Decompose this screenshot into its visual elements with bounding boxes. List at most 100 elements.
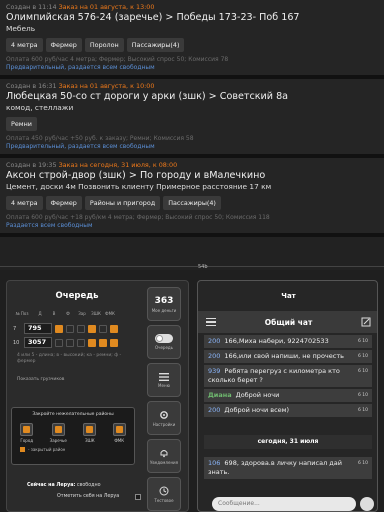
order-cargo: комод, стеллажи bbox=[6, 103, 74, 112]
order-route: Олимпийская 576-24 (заречье) > Победы 17… bbox=[6, 12, 300, 23]
balance-button[interactable]: 363 Мое деньги bbox=[147, 287, 181, 321]
chat-title: Чат bbox=[281, 292, 296, 300]
queue-flag-empty bbox=[77, 338, 85, 347]
order-tag: Фермер bbox=[45, 38, 82, 52]
edit-icon[interactable] bbox=[361, 317, 371, 327]
area-label: Город bbox=[20, 438, 34, 443]
leroy-mark-checkbox[interactable] bbox=[135, 494, 141, 500]
queue-col: Зар bbox=[78, 311, 86, 316]
queue-row[interactable]: 10 3057 bbox=[13, 337, 118, 348]
order-card[interactable]: Создан в 11:14 Заказ на 01 августа, к 13… bbox=[0, 0, 384, 79]
side-buttons: 363 Мое деньги Очередь Меню Настройки Уве… bbox=[147, 287, 181, 512]
queue-toggle-button[interactable]: Очередь bbox=[147, 325, 181, 359]
area-label: ЗШК bbox=[84, 438, 95, 443]
order-card[interactable]: Создан в 19:35 Заказ на сегодня, 31 июля… bbox=[0, 158, 384, 237]
menu-button[interactable]: Меню bbox=[147, 363, 181, 397]
order-tag: Пассажиры(4) bbox=[126, 38, 185, 52]
queue-flag-empty bbox=[77, 324, 85, 333]
order-note: Предварительный, раздается всем свободны… bbox=[6, 143, 155, 150]
message-text: 166,или свой напиши, не прочесть bbox=[224, 352, 344, 360]
message-text: 166,Миха набери, 9224702533 bbox=[224, 337, 329, 345]
areas-title: Закройте нежелательные районы bbox=[32, 412, 114, 417]
queue-flag bbox=[110, 338, 118, 347]
chat-message[interactable]: 200 166,или свой напиши, не прочесть 6 10 bbox=[204, 350, 372, 363]
queue-flag bbox=[88, 324, 96, 333]
order-deadline: Заказ на 01 августа, к 10:00 bbox=[58, 82, 155, 90]
order-cargo: Мебель bbox=[6, 24, 36, 33]
order-card[interactable]: Создан в 16:31 Заказ на 01 августа, к 10… bbox=[0, 79, 384, 158]
message-rating: 6 10 bbox=[357, 339, 368, 344]
orders-list: Создан в 11:14 Заказ на 01 августа, к 13… bbox=[0, 0, 384, 270]
order-tag: Пассажиры(4) bbox=[163, 196, 221, 210]
order-tag: Поролон bbox=[84, 38, 124, 52]
send-button[interactable] bbox=[360, 497, 374, 511]
chat-toolbar: Общий чат bbox=[198, 311, 377, 333]
show-trucks-link[interactable]: Показать грузчиков bbox=[17, 377, 137, 383]
message-rating: 6 10 bbox=[357, 461, 368, 466]
message-author: 200 bbox=[208, 406, 221, 414]
settings-button[interactable]: Настройки bbox=[147, 401, 181, 435]
order-tags: 4 метра Фермер Поролон Пассажиры(4) bbox=[6, 38, 378, 52]
area-toggle[interactable]: Заречье bbox=[50, 423, 67, 443]
bell-icon bbox=[160, 449, 168, 457]
message-rating: 6 10 bbox=[357, 354, 368, 359]
queue-col: В bbox=[52, 311, 56, 316]
chat-message[interactable]: 200 166,Миха набери, 9224702533 6 10 bbox=[204, 335, 372, 348]
queue-flag-empty bbox=[66, 338, 74, 347]
chat-message[interactable]: 939 Ребята перегруз с километра кто сколь… bbox=[204, 365, 372, 387]
app-root: Создан в 11:14 Заказ на 01 августа, к 13… bbox=[0, 0, 384, 512]
leroy-status: Сейчас на Леруа: свободно bbox=[27, 483, 101, 488]
chat-message[interactable]: 106 698, здорова.в личку написал дай знат… bbox=[204, 457, 372, 479]
area-toggle[interactable]: Город bbox=[20, 423, 34, 443]
chat-messages-today: 106 698, здорова.в личку написал дай знат… bbox=[204, 457, 372, 481]
queue-col: ФМК bbox=[105, 311, 115, 316]
queue-title: Очередь bbox=[55, 291, 99, 301]
order-route: Аксон строй-двор (зшк) > По городу и вМа… bbox=[6, 170, 266, 181]
order-tag: 4 метра bbox=[6, 196, 43, 210]
area-label: Заречье bbox=[49, 438, 67, 443]
queue-legend: 4 или 5 - длина; в - высокий; ка - ремни… bbox=[17, 353, 122, 364]
gear-icon bbox=[160, 410, 168, 419]
order-created: Создан в 16:31 bbox=[6, 82, 57, 90]
date-separator: сегодня, 31 июля bbox=[204, 435, 372, 449]
area-label: ФМК bbox=[114, 438, 125, 443]
queue-number: 795 bbox=[24, 323, 52, 334]
order-price: Оплата 450 руб/час +50 руб. к заказу; Ре… bbox=[6, 135, 194, 142]
chat-messages: 200 166,Миха набери, 9224702533 6 10 200 16… bbox=[204, 335, 372, 419]
order-deadline: Заказ на сегодня, 31 июля, к 08:00 bbox=[58, 161, 178, 169]
message-rating: 6 10 bbox=[357, 369, 368, 374]
chat-panel: Чат Общий чат 200 166,Миха набери, 922470… bbox=[197, 280, 378, 512]
queue-panel: Очередь № Поз Д В Ф Зар ЗШК ФМК 7 795 10… bbox=[6, 280, 189, 512]
chat-message[interactable]: Диана Доброй ночи 6 10 bbox=[204, 389, 372, 402]
queue-flag bbox=[88, 338, 96, 347]
order-price: Оплата 600 руб/час 4 метра; Фермер; Высо… bbox=[6, 56, 229, 63]
message-author: 200 bbox=[208, 352, 221, 360]
menu-icon bbox=[159, 372, 169, 381]
test-button[interactable]: Тестовое bbox=[147, 477, 181, 511]
order-tags: 4 метра Фермер Районы и пригород Пассажи… bbox=[6, 196, 378, 210]
area-toggle[interactable]: ФМК bbox=[112, 423, 126, 443]
order-deadline: Заказ на 01 августа, к 13:00 bbox=[58, 3, 155, 11]
chat-message[interactable]: 200 Доброй ночи всем) 6 10 bbox=[204, 404, 372, 417]
order-created: Создан в 19:35 bbox=[6, 161, 57, 169]
order-route: Любецкая 50-со ст дороги у арки (зшк) > … bbox=[6, 91, 289, 102]
message-input[interactable]: Сообщение... bbox=[212, 497, 356, 511]
queue-row[interactable]: 7 795 bbox=[13, 323, 118, 334]
order-tag: 4 метра bbox=[6, 38, 43, 52]
order-tag: Районы и пригород bbox=[84, 196, 161, 210]
hamburger-icon[interactable] bbox=[206, 317, 216, 327]
queue-col: Д bbox=[38, 311, 42, 316]
message-text: Доброй ночи bbox=[235, 391, 280, 399]
toggle-switch[interactable] bbox=[155, 334, 173, 343]
queue-number: 3057 bbox=[24, 337, 52, 348]
order-tag: Ремни bbox=[6, 117, 37, 131]
queue-pos: 10 bbox=[13, 339, 20, 346]
message-author: Диана bbox=[208, 391, 232, 399]
order-price: Оплата 600 руб/час +18 руб/км 4 метра; Ф… bbox=[6, 214, 270, 221]
order-note: Раздается всем свободным bbox=[6, 222, 93, 229]
divider-label: 54b bbox=[198, 264, 208, 270]
queue-flag bbox=[55, 324, 63, 333]
message-author: 106 bbox=[208, 459, 221, 467]
notifications-button[interactable]: Уведомления bbox=[147, 439, 181, 473]
area-toggle[interactable]: ЗШК bbox=[83, 423, 97, 443]
